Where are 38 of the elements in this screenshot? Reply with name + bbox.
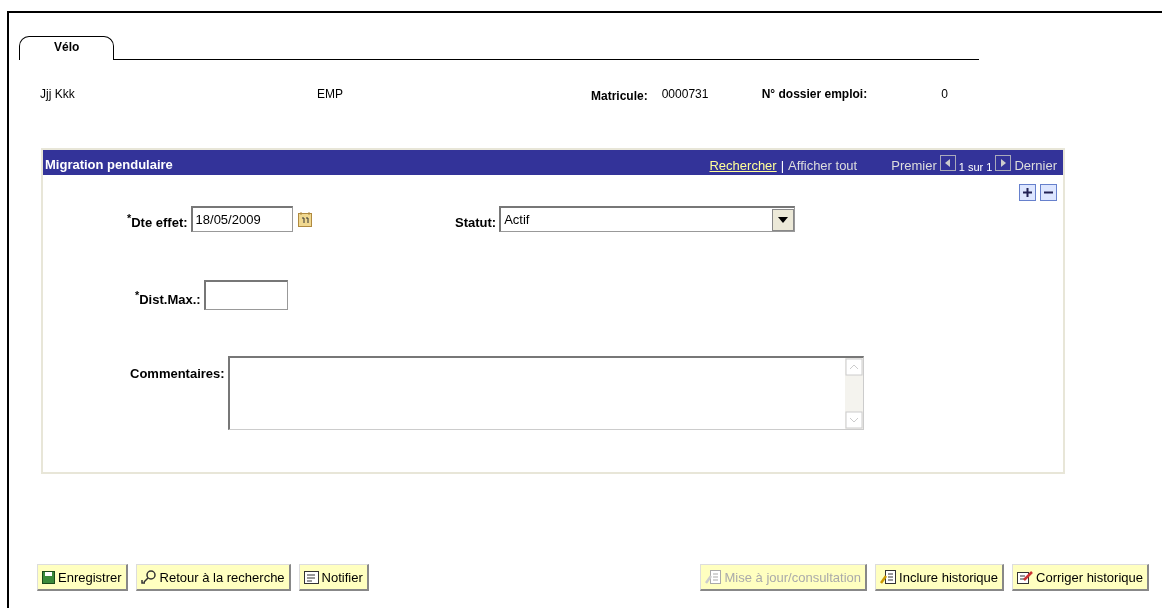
record-label: N° dossier emploi: <box>761 87 868 101</box>
add-row-button[interactable] <box>1019 184 1036 201</box>
scroll-bar[interactable] <box>844 358 863 429</box>
tab[interactable]: Vélo <box>19 36 115 60</box>
action-button[interactable]: Enregistrer <box>37 564 128 591</box>
distance-label: $^{*}$Dist.Max.: <box>135 288 201 308</box>
pencil-document-icon <box>705 570 722 584</box>
comments-label: Commentaires: <box>130 366 225 381</box>
show-all-link[interactable]: Afficher tout <box>788 158 858 173</box>
document-lines-icon <box>303 570 319 584</box>
panel-title: Migration pendulaire <box>45 156 174 172</box>
id-value: 0000731 <box>661 87 710 101</box>
record-value: 0 <box>941 87 948 101</box>
date-label: $^{*}$Dte effet: <box>127 211 188 231</box>
edit-document-icon <box>1017 570 1034 584</box>
employee-name: Jjj Kkk <box>40 87 76 101</box>
calendar-icon[interactable] <box>297 211 312 227</box>
delete-row-button[interactable] <box>1040 184 1057 201</box>
magnifier-arrow-icon <box>140 570 157 584</box>
action-button[interactable]: Inclure historique <box>875 564 1005 591</box>
caret-icon <box>778 216 789 223</box>
date-field[interactable]: 18/05/2009 <box>190 206 293 232</box>
distance-field[interactable] <box>203 280 288 310</box>
id-label: Matricule: <box>591 89 648 103</box>
action-button[interactable]: Notifier <box>298 564 369 591</box>
search-link[interactable]: Rechercher <box>709 158 777 173</box>
comments-field[interactable] <box>227 356 864 430</box>
link-separator: | <box>780 158 785 173</box>
action-button[interactable]: Corriger historique <box>1012 564 1149 591</box>
page-position: 1 sur 1 <box>958 160 993 173</box>
pencil-document-icon <box>880 570 897 584</box>
plus-icon <box>1022 187 1033 198</box>
first-link[interactable]: Premier <box>891 158 937 173</box>
status-label: Statut: <box>455 214 497 230</box>
last-link[interactable]: Dernier <box>1014 158 1057 173</box>
employee-type: EMP <box>317 87 344 101</box>
action-button[interactable]: Retour à la recherche <box>135 564 291 591</box>
status-dropdown[interactable]: Actif <box>499 206 796 232</box>
